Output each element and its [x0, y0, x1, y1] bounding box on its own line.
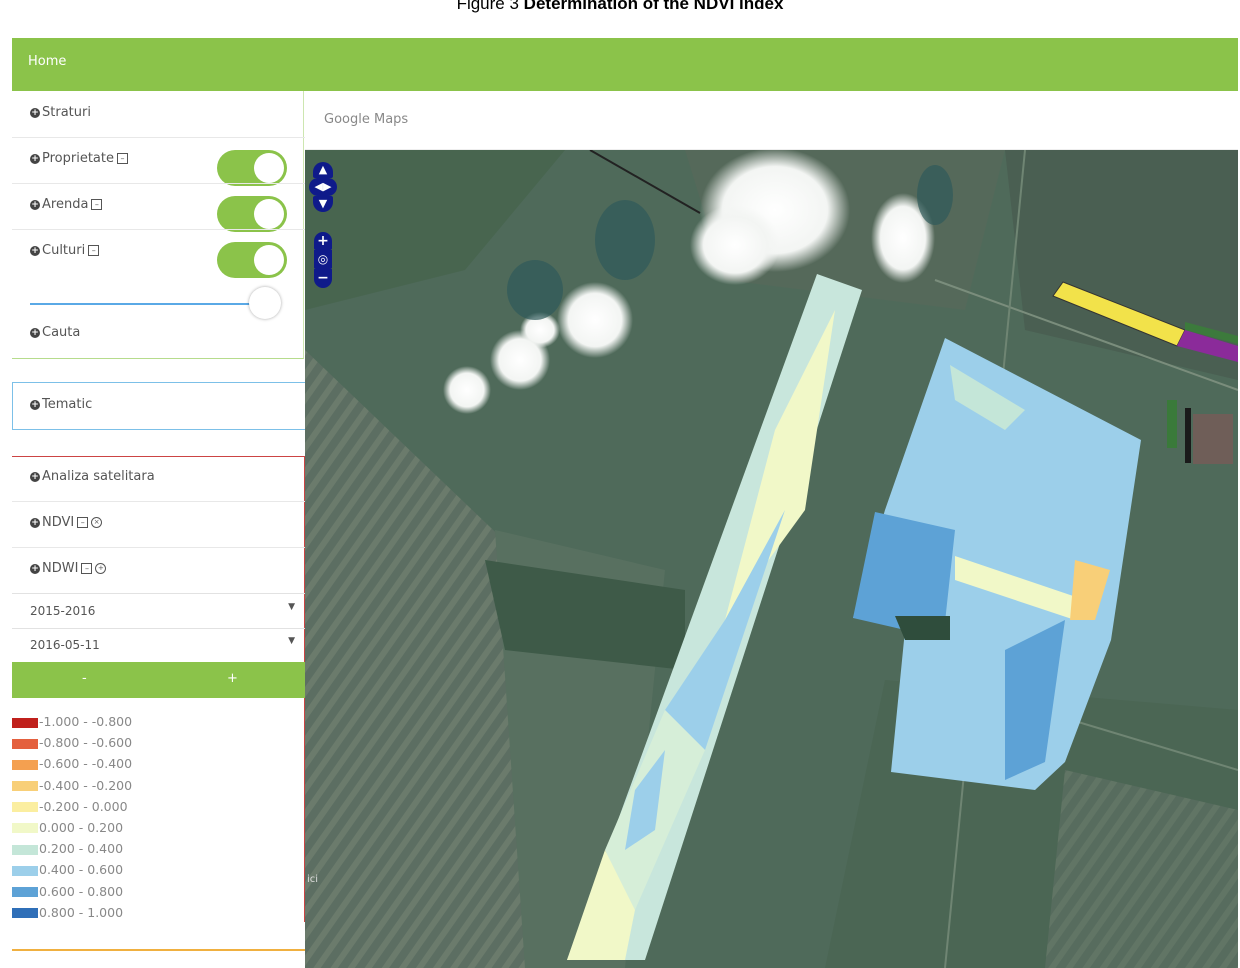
figure-caption: Figure 3 Determination of the NDVI index — [0, 0, 1240, 14]
toggle-arenda[interactable] — [217, 196, 287, 232]
analiza-header[interactable]: + Analiza satelitara — [12, 469, 305, 484]
boundary-line — [1185, 408, 1191, 463]
legend-item: 0.200 - 0.400 — [12, 841, 305, 862]
satellite-map[interactable]: ▲ ◀▶ ▼ + ◎ − ici — [305, 150, 1238, 968]
caret-down-icon: ▼ — [288, 636, 295, 646]
legend-label: 0.400 - 0.600 — [39, 862, 124, 878]
legend-item: -0.600 - -0.400 — [12, 756, 305, 777]
index-row-ndvi[interactable]: + NDVI – × — [12, 515, 305, 530]
legend-item: -1.000 - -0.800 — [12, 714, 305, 735]
legend-label: -0.200 - 0.000 — [39, 798, 128, 814]
legend-item: -0.800 - -0.600 — [12, 735, 305, 756]
legend-swatch — [12, 823, 38, 834]
close-circle-icon[interactable]: × — [91, 517, 103, 528]
cauta-header[interactable]: + Cauta — [12, 325, 305, 340]
legend-item: 0.800 - 1.000 — [12, 905, 305, 926]
caption-prefix: Figure 3 — [456, 0, 519, 13]
pan-up-icon[interactable]: ▲ — [313, 162, 333, 178]
expand-icon: + — [30, 245, 40, 256]
next-panel-border — [12, 949, 305, 951]
legend-swatch — [12, 908, 38, 919]
caption-title: Determination of the NDVI index — [523, 0, 784, 13]
legend-swatch — [12, 717, 38, 728]
field-block — [1193, 414, 1233, 464]
opacity-slider-track[interactable] — [30, 303, 252, 305]
legend-label: -1.000 - -0.800 — [39, 714, 133, 729]
zoom-in-icon[interactable]: + — [314, 232, 332, 250]
expand-icon: + — [30, 517, 40, 528]
legend-swatch — [12, 844, 38, 855]
legend-item: 0.000 - 0.200 — [12, 820, 305, 841]
index-info-icon[interactable]: – — [77, 517, 89, 528]
legend-label: -0.800 - -0.600 — [39, 735, 133, 751]
legend-item: 0.400 - 0.600 — [12, 862, 305, 883]
expand-icon: + — [30, 471, 40, 482]
expand-icon: + — [30, 153, 40, 164]
date-step-bar: - + — [12, 662, 305, 698]
legend-swatch — [12, 887, 38, 897]
season-select[interactable]: 2015-2016 ▼ — [12, 593, 305, 629]
caret-down-icon: ▼ — [288, 602, 295, 612]
map-attribution: ici — [307, 874, 319, 885]
map-title: Google Maps — [324, 112, 409, 127]
previous-date-button[interactable]: - — [82, 671, 87, 686]
tematic-header[interactable]: + Tematic — [12, 397, 305, 412]
legend-swatch — [12, 865, 38, 876]
legend-swatch — [12, 802, 38, 813]
add-circle-icon[interactable]: + — [95, 563, 107, 574]
crop-strip — [1167, 400, 1177, 448]
legend-label: -0.400 - -0.200 — [39, 777, 133, 793]
straturi-header[interactable]: + Straturi — [12, 105, 305, 120]
legend-label: 0.200 - 0.400 — [39, 841, 124, 857]
legend-item: -0.200 - 0.000 — [12, 799, 305, 820]
date-select[interactable]: 2016-05-11 ▼ — [12, 628, 305, 663]
legend-label: 0.800 - 1.000 — [39, 904, 124, 920]
top-navbar: Home — [12, 38, 1238, 91]
layer-info-icon[interactable]: – — [117, 153, 128, 164]
expand-icon: + — [30, 563, 40, 574]
expand-icon: + — [30, 327, 40, 338]
expand-icon: + — [30, 399, 40, 410]
zoom-out-icon[interactable]: − — [314, 268, 332, 288]
ndvi-legend: -1.000 - -0.800 -0.800 - -0.600 -0.600 - -… — [12, 714, 305, 926]
legend-swatch — [12, 759, 38, 770]
sidebar: + Straturi + Proprietate – + Arenda – + Cultur… — [12, 91, 307, 968]
legend-swatch — [12, 738, 38, 749]
layer-info-icon[interactable]: – — [88, 245, 100, 256]
legend-swatch — [12, 781, 38, 792]
legend-item: 0.600 - 0.800 — [12, 884, 305, 905]
home-link[interactable]: Home — [28, 54, 66, 69]
legend-label: -0.600 - -0.400 — [39, 756, 133, 772]
pan-left-right-icon[interactable]: ◀▶ — [309, 178, 337, 196]
index-row-ndwi[interactable]: + NDWI – + — [12, 561, 305, 576]
expand-icon: + — [30, 107, 40, 118]
map-canvas[interactable] — [305, 150, 1238, 968]
toggle-culturi[interactable] — [217, 242, 287, 278]
legend-label: 0.600 - 0.800 — [39, 883, 124, 899]
map-header: Google Maps — [305, 91, 1238, 150]
zoom-world-icon[interactable]: ◎ — [314, 250, 332, 268]
app-frame: Home + Straturi + Proprietate – + Arenda – + C… — [12, 38, 1238, 968]
expand-icon: + — [30, 199, 40, 210]
index-info-icon[interactable]: – — [81, 563, 93, 574]
toggle-proprietate[interactable] — [217, 150, 287, 186]
layer-info-icon[interactable]: – — [91, 199, 103, 210]
opacity-slider-handle[interactable] — [249, 287, 281, 319]
next-date-button[interactable]: + — [227, 671, 238, 686]
legend-item: -0.400 - -0.200 — [12, 778, 305, 799]
map-panel: Google Maps ▲ ◀▶ ▼ + ◎ − ici — [305, 91, 1238, 968]
legend-label: 0.000 - 0.200 — [39, 819, 124, 835]
